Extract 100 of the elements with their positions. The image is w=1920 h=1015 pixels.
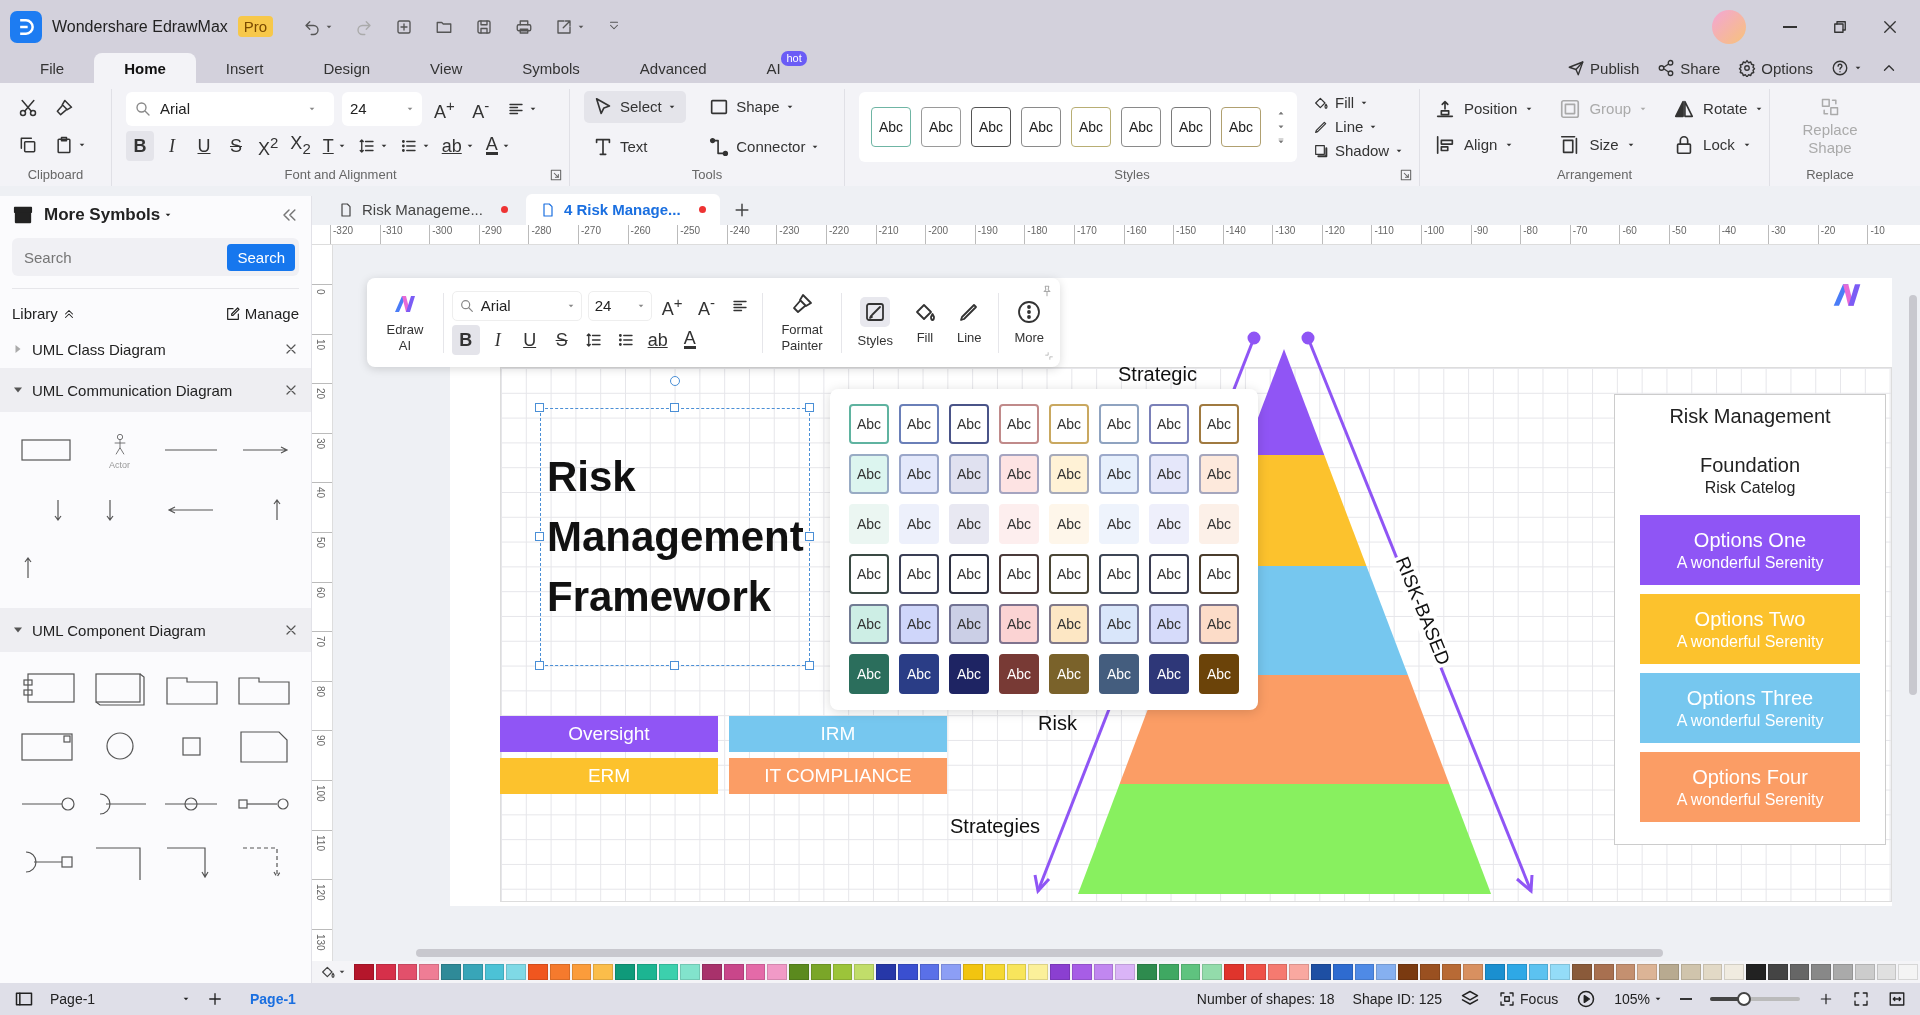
option-box[interactable]: Options One A wonderful Serenity xyxy=(1640,515,1860,585)
style-swatch[interactable]: Abc xyxy=(1199,654,1239,694)
style-swatch[interactable]: Abc xyxy=(849,404,889,444)
style-swatch[interactable]: Abc xyxy=(1199,504,1239,544)
font-size-field[interactable]: 24 xyxy=(587,290,652,321)
style-swatch[interactable]: Abc xyxy=(1021,106,1061,147)
format-button[interactable]: S xyxy=(222,131,250,162)
label-bar[interactable]: Oversight xyxy=(500,716,718,752)
menu-tab[interactable]: File xyxy=(10,53,95,83)
format-button[interactable]: T xyxy=(318,131,350,162)
style-swatch[interactable]: Abc xyxy=(1149,454,1189,494)
format-button[interactable]: I xyxy=(483,324,512,355)
focus-button[interactable]: Focus xyxy=(1498,990,1559,1008)
style-swatch[interactable]: Abc xyxy=(849,604,889,644)
style-swatch[interactable]: Abc xyxy=(949,654,989,694)
style-swatch[interactable]: Abc xyxy=(849,504,889,544)
document-tab[interactable]: Risk Manageme... xyxy=(324,194,522,225)
style-swatch[interactable]: Abc xyxy=(1149,554,1189,594)
more-button[interactable]: More xyxy=(1006,293,1052,352)
style-swatch[interactable]: Abc xyxy=(1049,404,1089,444)
style-swatch[interactable]: Abc xyxy=(999,404,1039,444)
style-swatch[interactable]: Abc xyxy=(949,604,989,644)
format-button[interactable]: B xyxy=(451,324,480,355)
style-swatch[interactable]: Abc xyxy=(871,106,911,147)
search-button[interactable]: Search xyxy=(227,243,295,271)
style-swatch[interactable]: Abc xyxy=(999,654,1039,694)
style-swatch[interactable]: Abc xyxy=(849,654,889,694)
format-button[interactable]: B xyxy=(126,131,154,162)
select-tool-button[interactable]: Select xyxy=(584,90,687,123)
style-swatch[interactable]: Abc xyxy=(999,554,1039,594)
style-swatch[interactable]: Abc xyxy=(1049,654,1089,694)
shadow-button[interactable]: Shadow xyxy=(1313,139,1404,162)
document-tab[interactable]: 4 Risk Manage... xyxy=(525,194,720,225)
more-symbols-button[interactable]: More Symbols xyxy=(44,205,173,225)
format-button[interactable]: U xyxy=(515,324,544,355)
format-button[interactable]: X$_{2}$ xyxy=(286,131,315,162)
options-button[interactable]: Options xyxy=(1738,59,1813,77)
format-button[interactable]: S xyxy=(547,324,576,355)
line-button[interactable]: Line xyxy=(1313,115,1404,138)
style-swatch[interactable]: Abc xyxy=(1099,404,1139,444)
zoom-dropdown[interactable]: 105% xyxy=(1614,991,1662,1007)
format-button[interactable]: U xyxy=(190,131,218,162)
styles-button[interactable]: Styles xyxy=(849,290,901,355)
library-header[interactable]: UML Component Diagram xyxy=(0,608,311,652)
style-swatch[interactable]: Abc xyxy=(1099,554,1139,594)
style-swatch[interactable]: Abc xyxy=(1099,504,1139,544)
style-swatch[interactable]: Abc xyxy=(999,604,1039,644)
style-swatch[interactable]: Abc xyxy=(899,554,939,594)
font-size-button[interactable]: A$^{-}$ xyxy=(466,93,495,124)
lock-button[interactable]: Lock xyxy=(1673,133,1764,156)
style-swatch[interactable]: Abc xyxy=(971,106,1011,147)
style-swatch[interactable]: Abc xyxy=(899,454,939,494)
style-swatch[interactable]: Abc xyxy=(999,454,1039,494)
style-swatch[interactable]: Abc xyxy=(899,604,939,644)
style-swatch[interactable]: Abc xyxy=(1221,106,1261,147)
menu-tab[interactable]: Symbols xyxy=(492,53,610,83)
menu-tab[interactable]: Insert xyxy=(195,53,294,83)
font-size-button[interactable]: A$^{+}$ xyxy=(657,290,687,321)
format-button[interactable]: I xyxy=(158,131,186,162)
edraw-ai-button[interactable]: Edraw AI xyxy=(375,285,435,360)
format-button[interactable]: A xyxy=(481,131,514,162)
style-swatch[interactable]: Abc xyxy=(899,654,939,694)
style-swatch[interactable]: Abc xyxy=(1149,504,1189,544)
style-swatch[interactable]: Abc xyxy=(1049,504,1089,544)
line-button[interactable]: Line xyxy=(948,293,990,352)
style-swatch[interactable]: Abc xyxy=(949,504,989,544)
style-swatch[interactable]: Abc xyxy=(1171,106,1211,147)
manage-button[interactable]: Manage xyxy=(224,305,299,322)
font-family-field[interactable]: Arial xyxy=(451,290,582,321)
style-swatch[interactable]: Abc xyxy=(1049,454,1089,494)
style-swatch[interactable]: Abc xyxy=(849,554,889,594)
format-button[interactable]: ab xyxy=(437,131,478,162)
style-swatch[interactable]: Abc xyxy=(949,454,989,494)
menu-tab[interactable]: Design xyxy=(293,53,401,83)
library-toggle[interactable]: Library xyxy=(12,305,76,322)
format-button[interactable]: A xyxy=(675,324,704,355)
style-swatch[interactable]: Abc xyxy=(1099,654,1139,694)
connector-tool-button[interactable]: Connector xyxy=(700,130,830,163)
share-button[interactable]: Share xyxy=(1657,59,1721,77)
style-swatch[interactable]: Abc xyxy=(1099,604,1139,644)
style-swatch[interactable]: Abc xyxy=(1149,604,1189,644)
style-swatch[interactable]: Abc xyxy=(949,554,989,594)
style-swatch[interactable]: Abc xyxy=(921,106,961,147)
align-button[interactable]: Align xyxy=(1434,133,1534,156)
style-swatch[interactable]: Abc xyxy=(1149,404,1189,444)
font-size-button[interactable]: A$^{-}$ xyxy=(692,290,721,321)
shape-tool-button[interactable]: Shape xyxy=(700,90,830,123)
size-button[interactable]: Size xyxy=(1559,133,1648,156)
format-button[interactable]: X$^{2}$ xyxy=(254,131,283,162)
style-swatch[interactable]: Abc xyxy=(949,404,989,444)
font-size-button[interactable]: A$^{+}$ xyxy=(430,93,459,124)
page-tab[interactable]: Page-1 xyxy=(240,991,306,1007)
painter-button[interactable]: Format Painter xyxy=(771,285,833,360)
style-swatch[interactable]: Abc xyxy=(1049,604,1089,644)
fill-button[interactable]: Fill xyxy=(1313,91,1404,114)
text-tool-button[interactable]: Text xyxy=(584,130,687,163)
style-swatch[interactable]: Abc xyxy=(1199,404,1239,444)
menu-tab[interactable]: Advanced xyxy=(609,53,737,83)
menu-tab[interactable]: Home xyxy=(94,53,196,83)
menu-tab[interactable]: View xyxy=(400,53,493,83)
